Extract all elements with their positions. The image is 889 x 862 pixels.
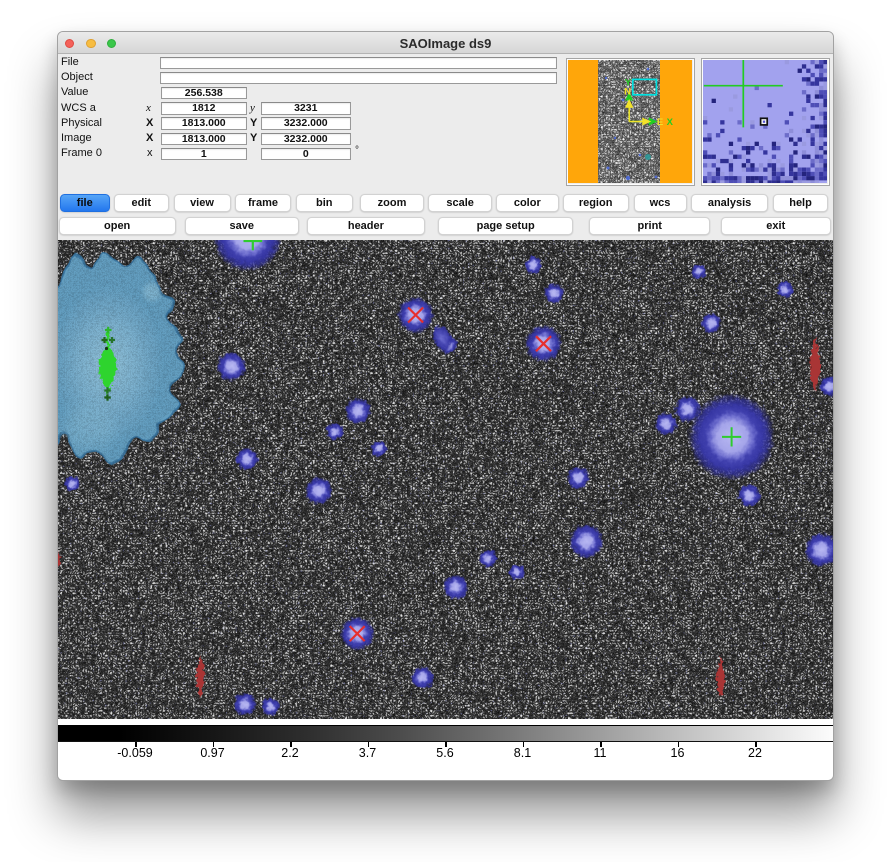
svg-text:N: N [624,86,631,97]
svg-text:X: X [666,117,673,128]
svg-text:E: E [656,117,662,128]
